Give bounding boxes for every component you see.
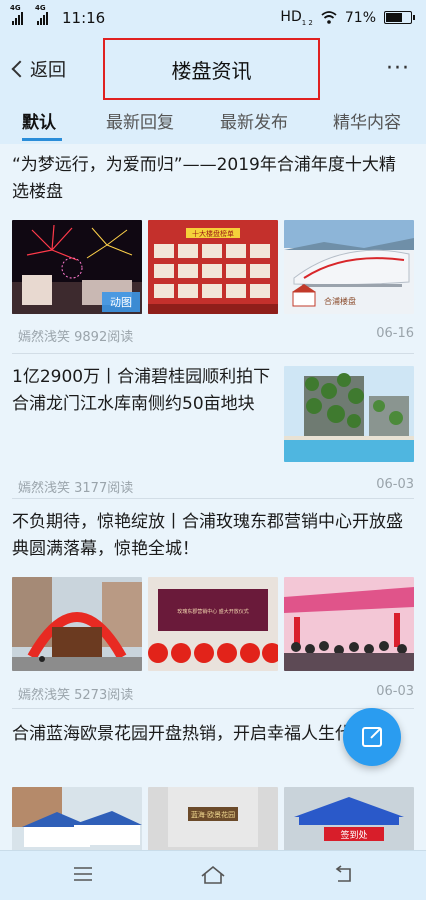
hd-indicator: HD1 2: [280, 9, 313, 27]
status-bar: 4G 4G 11:16 HD1 2 71%: [0, 0, 426, 38]
post-thumbnail: [284, 366, 414, 462]
checkin-text: 签到处: [340, 829, 367, 841]
chevron-left-icon: [11, 60, 29, 78]
post-meta: 嫣然浅笑 3177阅读: [18, 481, 134, 496]
animated-badge: 动图: [102, 292, 140, 312]
post-thumbnail: 玫瑰东郡营销中心 盛大开放仪式: [148, 577, 278, 671]
post-title: 不负期待，惊艳绽放丨合浦玫瑰东郡营销中心开放盛典圆满落幕，惊艳全城！: [12, 512, 403, 559]
nav-bar: 返回 楼盘资讯 ···: [0, 38, 426, 100]
edit-icon: [362, 727, 382, 747]
tab-latest-reply[interactable]: 最新回复: [106, 108, 174, 133]
back-button[interactable]: 返回: [10, 56, 66, 82]
banner-yellow-text: 十大楼盘榜单: [192, 229, 234, 238]
post-thumbnail: 合浦楼盘: [284, 220, 414, 314]
signal-icon: 4G: [10, 4, 23, 25]
post-title: “为梦远行，为爱而归”——2019年合浦年度十大精选楼盘: [12, 155, 396, 202]
post-thumbnail: [12, 577, 142, 671]
signal-icon: 4G: [35, 4, 48, 25]
page-title: 楼盘资讯: [103, 38, 320, 100]
post-date: 06-16: [376, 326, 414, 341]
battery-percent: 71%: [344, 9, 376, 26]
tab-latest-post[interactable]: 最新发布: [220, 108, 288, 133]
menu-icon[interactable]: [72, 865, 94, 883]
post-date: 06-03: [376, 684, 414, 699]
post-date: 06-03: [376, 477, 414, 492]
post-item[interactable]: 不负期待，惊艳绽放丨合浦玫瑰东郡营销中心开放盛典圆满落幕，惊艳全城！ 玫瑰东郡营…: [0, 499, 426, 709]
back-nav-icon[interactable]: [332, 865, 354, 885]
battery-icon: [384, 11, 415, 25]
post-thumbnail: 蓝海·欧景花园: [148, 787, 278, 850]
tab-default[interactable]: 默认: [22, 108, 56, 133]
post-thumbnail: [284, 577, 414, 671]
compose-button[interactable]: [343, 708, 401, 766]
tab-active-indicator: [22, 138, 62, 141]
post-title: 1亿2900万丨合浦碧桂园顺利拍下合浦龙门江水库南侧约50亩地块: [12, 367, 271, 414]
post-item[interactable]: 1亿2900万丨合浦碧桂园顺利拍下合浦龙门江水库南侧约50亩地块 嫣然浅笑 31…: [0, 354, 426, 499]
tab-featured[interactable]: 精华内容: [333, 108, 401, 133]
more-menu-icon[interactable]: ···: [386, 56, 410, 81]
back-label: 返回: [30, 60, 66, 81]
roses-banner-text: 玫瑰东郡营销中心 盛大开放仪式: [177, 608, 249, 615]
post-thumbnail: [12, 787, 142, 850]
lanhai-sign-text: 蓝海·欧景花园: [191, 810, 235, 819]
train-logo-text: 合浦楼盘: [324, 296, 356, 306]
wifi-icon: [321, 11, 337, 25]
clock: 11:16: [62, 9, 106, 27]
tab-bar: 默认 最新回复 最新发布 精华内容: [0, 100, 426, 144]
post-meta: 嫣然浅笑 9892阅读: [18, 330, 134, 345]
home-icon[interactable]: [200, 865, 226, 885]
post-thumbnail: 十大楼盘榜单: [148, 220, 278, 314]
system-nav-bar: [0, 850, 426, 900]
post-thumbnail: 动图: [12, 220, 142, 314]
post-meta: 嫣然浅笑 5273阅读: [18, 688, 134, 703]
post-item[interactable]: “为梦远行，为爱而归”——2019年合浦年度十大精选楼盘 动图 十大楼盘榜单 合…: [0, 144, 426, 354]
post-thumbnail: 签到处: [284, 787, 414, 850]
